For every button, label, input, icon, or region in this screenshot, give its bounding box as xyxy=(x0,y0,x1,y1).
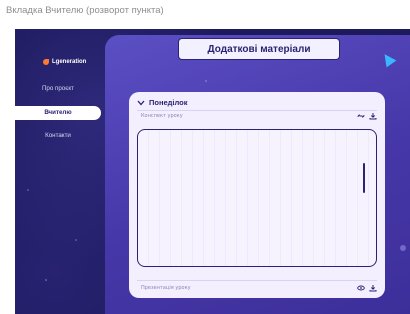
day-toggle[interactable]: Понеділок xyxy=(137,98,188,107)
divider xyxy=(137,280,377,281)
page-title: Додаткові матеріали xyxy=(178,38,340,60)
star-decoration xyxy=(27,189,29,191)
star-decoration xyxy=(75,239,77,241)
scrollbar[interactable] xyxy=(363,163,365,193)
chevron-down-icon xyxy=(137,100,145,105)
logo-mark-icon xyxy=(43,59,49,65)
nav-item-teacher[interactable]: Вчителю xyxy=(15,106,101,120)
frame-caption: Вкладка Вчителю (розворот пункта) xyxy=(6,5,164,16)
divider xyxy=(137,110,377,111)
star-decoration xyxy=(205,80,207,82)
diamond-decoration xyxy=(400,245,406,251)
lesson-label: Конспект уроку xyxy=(141,113,183,119)
sidebar: Lgeneration Про проєкт Вчителю Контакти xyxy=(15,29,105,314)
app-window: Lgeneration Про проєкт Вчителю Контакти … xyxy=(15,29,410,314)
presentation-label: Презентація уроку xyxy=(141,285,191,291)
logo-text: Lgeneration xyxy=(52,59,87,65)
lesson-actions xyxy=(357,112,377,120)
star-decoration xyxy=(45,279,47,281)
day-label: Понеділок xyxy=(149,98,188,107)
download-icon[interactable] xyxy=(369,284,377,292)
download-icon[interactable] xyxy=(369,112,377,120)
lesson-notes-textarea[interactable] xyxy=(137,129,377,267)
link-icon[interactable] xyxy=(357,112,365,120)
day-card: Понеділок Конспект уроку Презентація уро… xyxy=(129,92,385,298)
lesson-row: Конспект уроку xyxy=(141,113,377,122)
logo[interactable]: Lgeneration xyxy=(43,59,86,65)
main-panel: Додаткові матеріали Понеділок Конспект у… xyxy=(105,35,410,314)
nav-item-contacts[interactable]: Контакти xyxy=(15,129,101,143)
presentation-row: Презентація уроку xyxy=(141,285,377,294)
presentation-actions xyxy=(357,284,377,292)
nav-item-about[interactable]: Про проєкт xyxy=(15,82,101,96)
cursor-icon xyxy=(379,50,397,68)
eye-icon[interactable] xyxy=(357,284,365,292)
